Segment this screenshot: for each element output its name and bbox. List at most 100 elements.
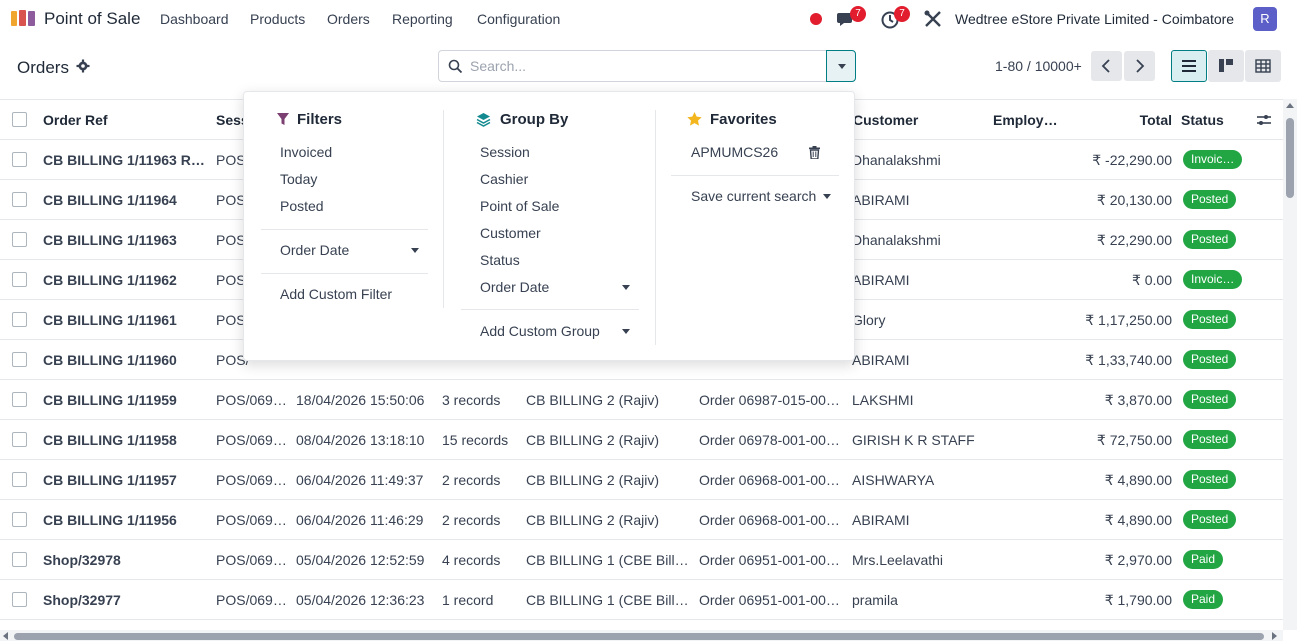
cell-order-lines: 3 records	[442, 392, 501, 408]
status-badge: Posted	[1183, 310, 1237, 329]
table-row[interactable]: CB BILLING 1/11956 POS/069… 06/04/2026 11:…	[0, 500, 1283, 540]
app-name[interactable]: Point of Sale	[44, 9, 140, 29]
groupby-cashier[interactable]: Cashier	[480, 171, 528, 187]
row-checkbox[interactable]	[12, 352, 27, 367]
row-checkbox[interactable]	[12, 512, 27, 527]
groupby-order-date[interactable]: Order Date	[480, 279, 549, 295]
horizontal-scrollbar-thumb[interactable]	[14, 633, 1264, 640]
filter-order-date[interactable]: Order Date	[280, 242, 349, 258]
table-row[interactable]: CB BILLING 1/11959 POS/069… 18/04/2026 15:…	[0, 380, 1283, 420]
groupby-point-of-sale[interactable]: Point of Sale	[480, 198, 559, 214]
search-options-toggle[interactable]	[826, 50, 856, 82]
column-header-total[interactable]: Total	[1080, 100, 1172, 140]
cell-order-lines: 4 records	[442, 552, 501, 568]
row-checkbox[interactable]	[12, 472, 27, 487]
layers-icon	[476, 113, 491, 127]
save-current-search[interactable]: Save current search	[691, 188, 816, 204]
cell-session: POS/069…	[216, 392, 287, 408]
favorites-heading: Favorites	[710, 111, 777, 128]
column-header-order-ref[interactable]: Order Ref	[43, 100, 193, 140]
groupby-session[interactable]: Session	[480, 144, 530, 160]
cell-customer: Dhanalakshmi	[852, 232, 941, 248]
pos-app-logo-icon[interactable]	[10, 9, 36, 27]
menu-orders[interactable]: Orders	[327, 11, 370, 27]
chevron-down-icon[interactable]	[411, 248, 419, 253]
trash-icon[interactable]	[809, 146, 820, 159]
company-switcher[interactable]: Wedtree eStore Private Limited - Coimbat…	[955, 11, 1234, 27]
table-row[interactable]: Shop/32978 POS/069… 05/04/2026 12:52:59 4 r…	[0, 540, 1283, 580]
pager-next-button[interactable]	[1124, 51, 1155, 81]
row-checkbox[interactable]	[12, 592, 27, 607]
add-custom-group[interactable]: Add Custom Group	[480, 323, 600, 339]
table-row[interactable]: CB BILLING 1/11957 POS/069… 06/04/2026 11:…	[0, 460, 1283, 500]
cell-order-date: 06/04/2026 11:49:37	[296, 472, 424, 488]
kanban-icon	[1219, 59, 1233, 72]
filter-today[interactable]: Today	[280, 171, 317, 187]
pager-value[interactable]: 1-80 / 10000+	[995, 58, 1082, 74]
add-custom-filter[interactable]: Add Custom Filter	[280, 286, 392, 302]
cell-order-lines: 2 records	[442, 512, 501, 528]
page-title[interactable]: Orders	[17, 58, 69, 78]
status-badge: Posted	[1183, 390, 1237, 409]
menu-dashboard[interactable]: Dashboard	[160, 11, 229, 27]
recording-indicator-icon[interactable]	[810, 13, 822, 25]
column-header-employee[interactable]: Employ…	[993, 100, 1063, 140]
scroll-up-arrow-icon[interactable]	[1286, 103, 1294, 108]
favorite-item[interactable]: APMUMCS26	[691, 144, 778, 160]
row-checkbox[interactable]	[12, 552, 27, 567]
row-checkbox[interactable]	[12, 392, 27, 407]
cell-receipt-number: Order 06987-015-00…	[699, 392, 840, 408]
gear-icon[interactable]	[76, 59, 90, 73]
cell-order-ref: CB BILLING 1/11962	[43, 272, 177, 288]
row-checkbox[interactable]	[12, 272, 27, 287]
scroll-left-arrow-icon[interactable]	[3, 632, 8, 640]
cell-point-of-sale: CB BILLING 2 (Rajiv)	[526, 392, 660, 408]
row-checkbox[interactable]	[12, 432, 27, 447]
filter-posted[interactable]: Posted	[280, 198, 324, 214]
cell-receipt-number: Order 06968-001-00…	[699, 472, 840, 488]
list-view-button[interactable]	[1171, 50, 1207, 82]
search-input[interactable]	[470, 52, 820, 80]
chevron-down-icon[interactable]	[823, 194, 831, 199]
cell-receipt-number: Order 06978-001-00…	[699, 432, 840, 448]
kanban-view-button[interactable]	[1208, 50, 1244, 82]
menu-configuration[interactable]: Configuration	[477, 11, 560, 27]
table-row[interactable]: CB BILLING 1/11958 POS/069… 08/04/2026 13:…	[0, 420, 1283, 460]
row-checkbox[interactable]	[12, 312, 27, 327]
cell-order-ref: CB BILLING 1/11961	[43, 312, 177, 328]
cell-order-lines: 1 record	[442, 592, 494, 608]
status-badge: Posted	[1183, 470, 1237, 489]
chevron-down-icon[interactable]	[622, 285, 630, 290]
pager-previous-button[interactable]	[1091, 51, 1122, 81]
menu-reporting[interactable]: Reporting	[392, 11, 453, 27]
filter-invoiced[interactable]: Invoiced	[280, 144, 332, 160]
cell-receipt-number: Order 06968-001-00…	[699, 512, 840, 528]
row-checkbox[interactable]	[12, 152, 27, 167]
debug-tools-icon[interactable]	[923, 9, 943, 29]
menu-products[interactable]: Products	[250, 11, 305, 27]
cell-order-ref: Shop/32977	[43, 592, 121, 608]
status-badge: Paid	[1183, 550, 1224, 569]
column-header-status[interactable]: Status	[1181, 100, 1241, 140]
column-options-icon[interactable]	[1256, 112, 1272, 128]
cell-customer: Dhanalakshmi	[852, 152, 941, 168]
row-checkbox[interactable]	[12, 232, 27, 247]
cell-point-of-sale: CB BILLING 1 (CBE Billin…	[526, 592, 691, 608]
user-avatar[interactable]: R	[1253, 7, 1277, 31]
group-by-heading: Group By	[500, 111, 569, 128]
scroll-right-arrow-icon[interactable]	[1272, 632, 1277, 640]
cell-order-date: 05/04/2026 12:36:23	[296, 592, 425, 608]
cell-order-date: 06/04/2026 11:46:29	[296, 512, 424, 528]
select-all-checkbox[interactable]	[12, 112, 27, 127]
chevron-down-icon[interactable]	[622, 329, 630, 334]
top-navbar: Point of Sale Dashboard Products Orders …	[0, 0, 1297, 38]
vertical-scrollbar-thumb[interactable]	[1286, 118, 1294, 198]
table-row[interactable]: Shop/32977 POS/069… 05/04/2026 12:36:23 1 r…	[0, 580, 1283, 620]
pivot-view-button[interactable]	[1245, 50, 1281, 82]
row-checkbox[interactable]	[12, 192, 27, 207]
cell-order-ref: CB BILLING 1/11963	[43, 232, 177, 248]
column-header-customer[interactable]: Customer	[853, 100, 973, 140]
groupby-status[interactable]: Status	[480, 252, 520, 268]
divider	[461, 309, 639, 310]
groupby-customer[interactable]: Customer	[480, 225, 541, 241]
